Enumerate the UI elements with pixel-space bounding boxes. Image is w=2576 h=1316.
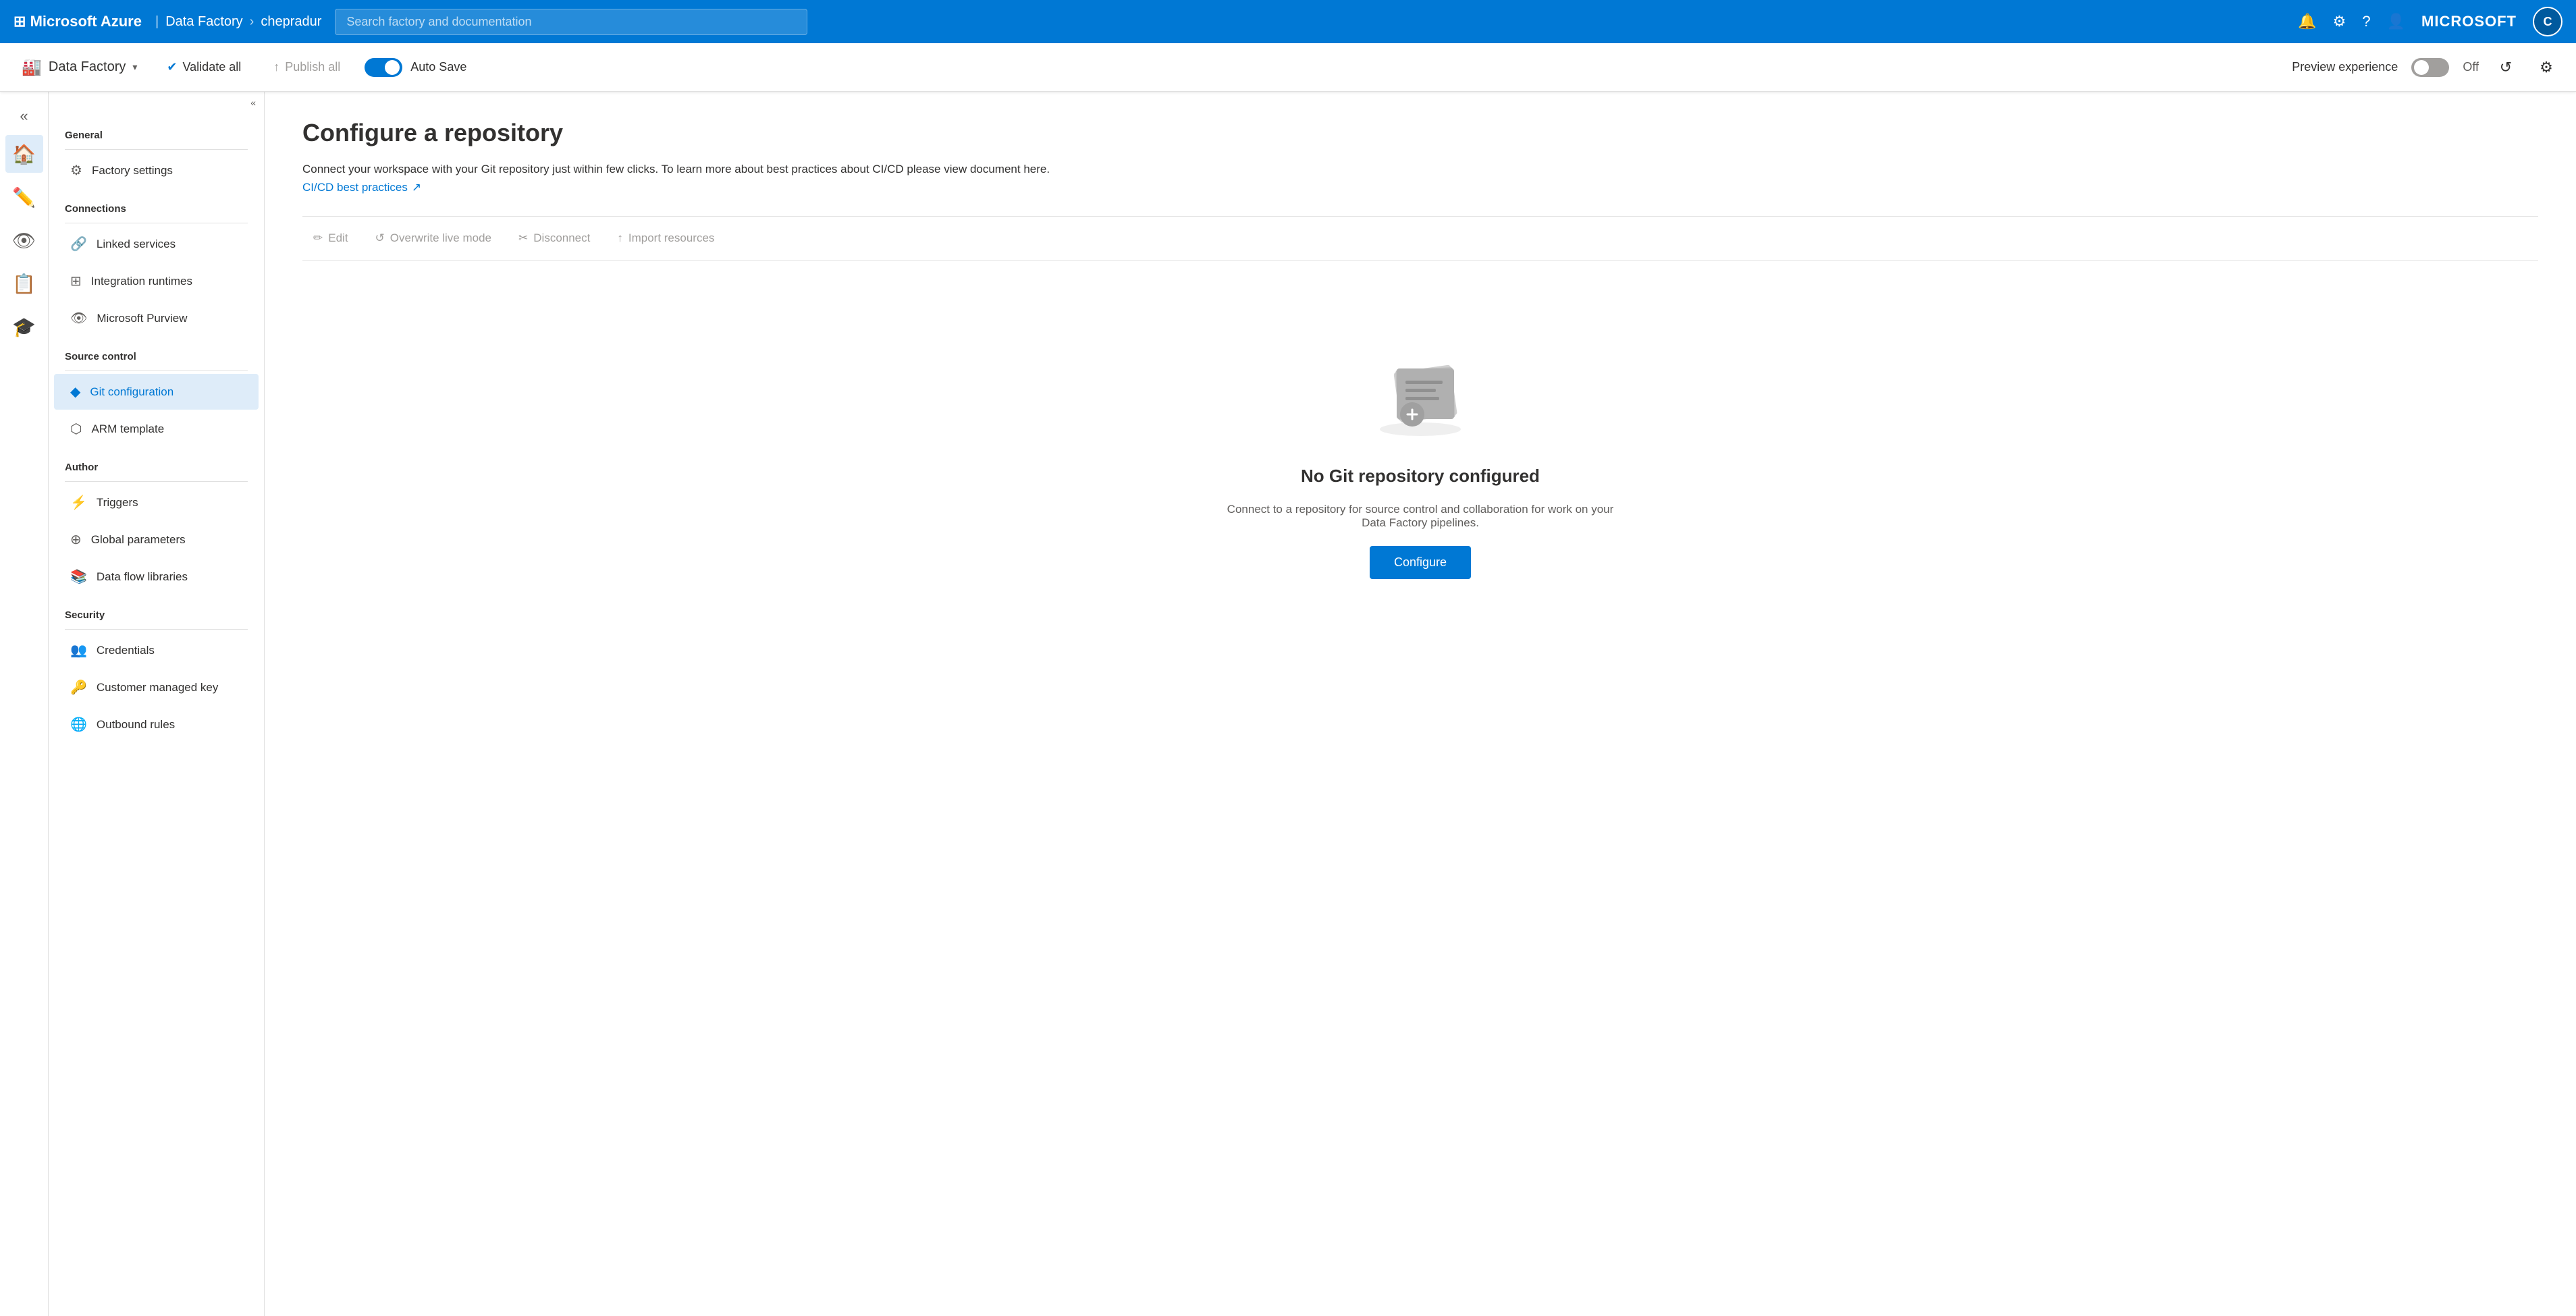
cicd-link[interactable]: CI/CD best practices ↗	[302, 181, 421, 194]
integration-runtimes-icon: ⊞	[70, 273, 82, 290]
rail-icon-learn[interactable]: 🎓	[5, 308, 43, 346]
main-layout: « 🏠 ✏️ 👁 📋 🎓 « General ⚙ Factory setting…	[0, 92, 2576, 1316]
outbound-rules-icon: 🌐	[70, 716, 87, 733]
data-flow-libraries-icon: 📚	[70, 568, 87, 585]
publish-all-button[interactable]: ↑ Publish all	[265, 55, 348, 80]
sidebar-item-linked-services[interactable]: 🔗 Linked services	[54, 226, 259, 262]
toolbar-right: Preview experience Off ↺ ⚙	[2292, 54, 2560, 81]
empty-state: No Git repository configured Connect to …	[302, 287, 2538, 633]
microsoft-label: MICROSOFT	[2421, 13, 2517, 30]
upload-icon: ↑	[273, 60, 279, 74]
toolbar-left: 🏭 Data Factory ▾ ✔ Validate all ↑ Publis…	[16, 53, 466, 81]
factory-settings-icon: ⚙	[70, 162, 82, 179]
auto-save-toggle[interactable]	[365, 58, 402, 77]
windows-icon: ⊞	[14, 13, 26, 30]
chevron-down-icon: ▾	[132, 61, 137, 73]
empty-title: No Git repository configured	[1301, 466, 1540, 487]
icon-rail: « 🏠 ✏️ 👁 📋 🎓	[0, 92, 49, 1316]
rail-icon-manage[interactable]: 📋	[5, 265, 43, 302]
content-area: Configure a repository Connect your work…	[265, 92, 2576, 1316]
sidebar-collapse-button[interactable]: «	[49, 92, 264, 113]
azure-top-bar: ⊞ Microsoft Azure | Data Factory › chepr…	[0, 0, 2576, 43]
checkmark-icon: ✔	[167, 60, 177, 74]
validate-all-button[interactable]: ✔ Validate all	[159, 55, 249, 80]
git-icon: ◆	[70, 383, 80, 400]
action-bar: ✏ Edit ↺ Overwrite live mode ✂ Disconnec…	[302, 216, 2538, 261]
disconnect-button[interactable]: ✂ Disconnect	[508, 225, 601, 252]
notifications-icon[interactable]: 🔔	[2298, 13, 2316, 30]
linked-services-icon: 🔗	[70, 236, 87, 252]
sidebar-item-integration-runtimes[interactable]: ⊞ Integration runtimes	[54, 263, 259, 299]
sidebar: « General ⚙ Factory settings Connections…	[49, 92, 265, 1316]
sidebar-item-credentials[interactable]: 👥 Credentials	[54, 632, 259, 668]
adf-toolbar: 🏭 Data Factory ▾ ✔ Validate all ↑ Publis…	[0, 43, 2576, 92]
sidebar-item-arm-template[interactable]: ⬡ ARM template	[54, 411, 259, 447]
auto-save-area: Auto Save	[365, 58, 466, 77]
azure-logo: ⊞ Microsoft Azure	[14, 13, 142, 30]
sidebar-item-factory-settings[interactable]: ⚙ Factory settings	[54, 153, 259, 188]
connections-section-label: Connections	[49, 190, 264, 220]
sidebar-item-git-configuration[interactable]: ◆ Git configuration	[54, 374, 259, 410]
author-divider	[65, 481, 248, 482]
global-params-icon: ⊕	[70, 531, 82, 548]
rail-icon-home[interactable]: 🏠	[5, 135, 43, 173]
key-icon: 🔑	[70, 679, 87, 696]
empty-state-illustration	[1366, 341, 1474, 449]
overwrite-live-button[interactable]: ↺ Overwrite live mode	[365, 225, 502, 252]
breadcrumb: | Data Factory › chepradur	[155, 14, 321, 30]
purview-icon: 👁	[70, 310, 87, 327]
sidebar-item-microsoft-purview[interactable]: 👁 Microsoft Purview	[54, 300, 259, 336]
sidebar-item-triggers[interactable]: ⚡ Triggers	[54, 485, 259, 520]
source-control-section-label: Source control	[49, 337, 264, 368]
external-link-icon: ↗	[412, 181, 421, 194]
rail-collapse-button[interactable]: «	[5, 103, 43, 130]
sidebar-item-outbound-rules[interactable]: 🌐 Outbound rules	[54, 707, 259, 742]
rail-icon-monitor[interactable]: 👁	[5, 221, 43, 259]
avatar[interactable]: C	[2533, 7, 2562, 36]
sidebar-item-data-flow-libraries[interactable]: 📚 Data flow libraries	[54, 559, 259, 595]
general-divider	[65, 149, 248, 150]
general-section-label: General	[49, 116, 264, 146]
rail-icon-author[interactable]: ✏️	[5, 178, 43, 216]
factory-icon: 🏭	[22, 57, 42, 77]
overwrite-icon: ↺	[375, 231, 385, 245]
edit-button[interactable]: ✏ Edit	[302, 225, 359, 252]
user-icon[interactable]: 👤	[2387, 13, 2405, 30]
refresh-button[interactable]: ↺	[2492, 54, 2519, 81]
preview-toggle-knob	[2414, 60, 2429, 75]
top-icons: 🔔 ⚙ ? 👤 MICROSOFT C	[2298, 7, 2562, 36]
factory-name-button[interactable]: 🏭 Data Factory ▾	[16, 53, 142, 81]
settings-icon[interactable]: ⚙	[2333, 13, 2346, 30]
security-section-label: Security	[49, 596, 264, 626]
import-resources-button[interactable]: ↑ Import resources	[606, 225, 725, 252]
page-description: Connect your workspace with your Git rep…	[302, 161, 2538, 178]
search-input[interactable]	[335, 9, 807, 35]
sidebar-item-customer-managed-key[interactable]: 🔑 Customer managed key	[54, 669, 259, 705]
toggle-knob	[385, 60, 400, 75]
disconnect-icon: ✂	[518, 231, 528, 245]
empty-description: Connect to a repository for source contr…	[1218, 503, 1623, 530]
sidebar-item-global-parameters[interactable]: ⊕ Global parameters	[54, 522, 259, 557]
import-icon: ↑	[617, 231, 623, 245]
arm-template-icon: ⬡	[70, 420, 82, 437]
page-title: Configure a repository	[302, 119, 2538, 147]
edit-icon: ✏	[313, 231, 323, 245]
author-section-label: Author	[49, 448, 264, 478]
configure-button[interactable]: Configure	[1370, 546, 1471, 579]
preview-toggle[interactable]	[2411, 58, 2449, 77]
credentials-icon: 👥	[70, 642, 87, 659]
help-icon[interactable]: ?	[2362, 13, 2370, 30]
security-divider	[65, 629, 248, 630]
settings-button[interactable]: ⚙	[2533, 54, 2560, 81]
triggers-icon: ⚡	[70, 494, 87, 511]
